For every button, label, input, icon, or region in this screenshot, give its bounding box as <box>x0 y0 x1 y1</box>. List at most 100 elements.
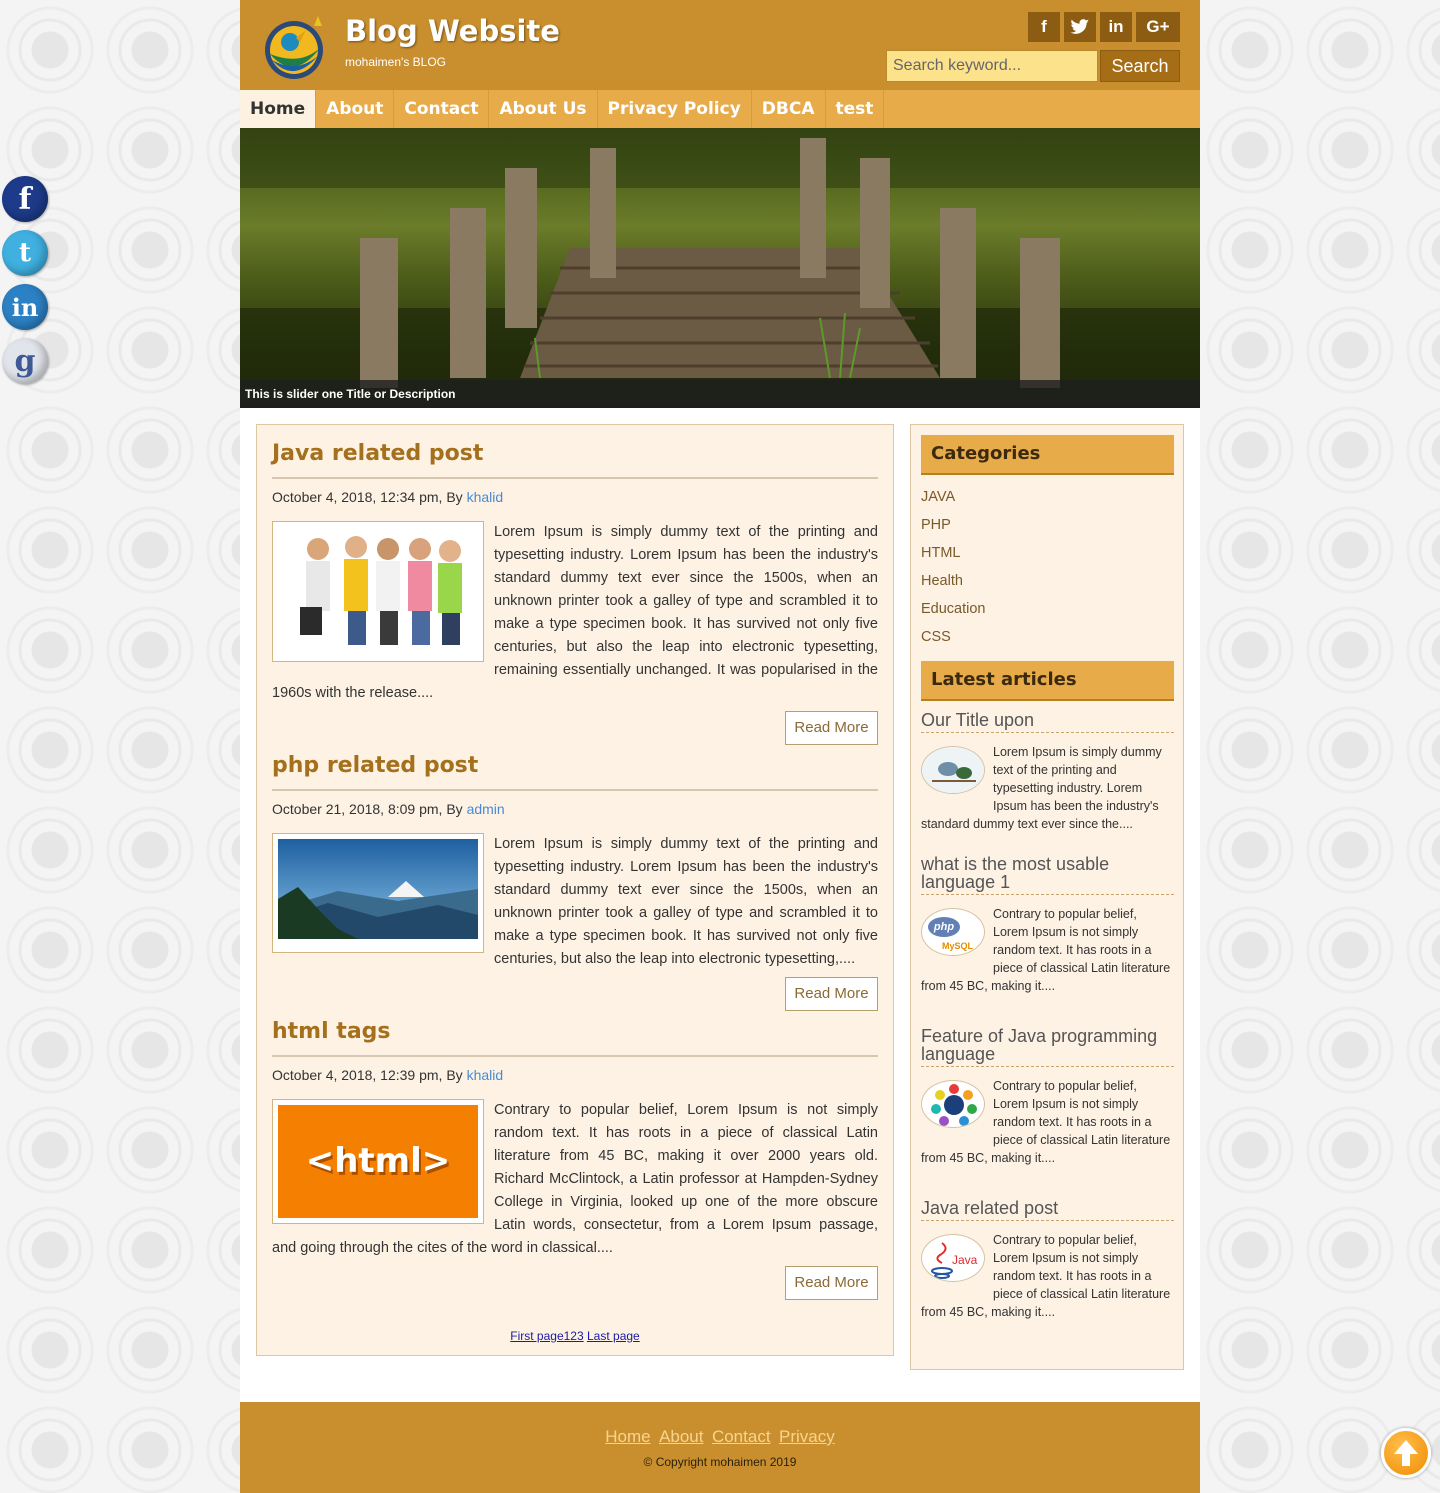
post-item: Java related post October 4, 2018, 12:34… <box>272 441 878 745</box>
post-author-link[interactable]: khalid <box>467 1067 504 1083</box>
post-title[interactable]: Java related post <box>272 441 878 479</box>
post-author-link[interactable]: khalid <box>467 489 504 505</box>
category-link-health[interactable]: Health <box>921 573 963 589</box>
post-date: October 4, 2018, 12:34 pm, By <box>272 489 467 505</box>
latest-article-item: what is the most usable language 1 php M… <box>921 855 1174 995</box>
header-social-links: f in G+ <box>1028 12 1180 42</box>
main-nav: Home About Contact About Us Privacy Poli… <box>240 90 1200 128</box>
category-link-php[interactable]: PHP <box>921 517 951 533</box>
footer-link-about[interactable]: About <box>659 1427 703 1446</box>
nav-dbca[interactable]: DBCA <box>752 90 826 128</box>
bird-thumbnail[interactable] <box>921 746 985 794</box>
latest-article-excerpt: Java Contrary to popular belief, Lorem I… <box>921 1231 1174 1321</box>
arrow-up-icon <box>1394 1440 1418 1466</box>
category-link-education[interactable]: Education <box>921 601 986 617</box>
post-thumbnail[interactable] <box>272 833 484 953</box>
latest-article-item: Feature of Java programming language Con… <box>921 1027 1174 1167</box>
latest-article-title[interactable]: what is the most usable language 1 <box>921 855 1174 895</box>
nav-contact[interactable]: Contact <box>394 90 490 128</box>
post-title[interactable]: html tags <box>272 1019 878 1057</box>
site-title[interactable]: Blog Website <box>345 14 560 48</box>
html-thumbnail-text: <html> <box>305 1141 451 1181</box>
post-excerpt: <html> Contrary to popular belief, Lorem… <box>272 1099 878 1260</box>
post-excerpt: Lorem Ipsum is simply dummy text of the … <box>272 521 878 705</box>
post-meta: October 4, 2018, 12:34 pm, By khalid <box>272 489 878 509</box>
footer-link-contact[interactable]: Contact <box>712 1427 771 1446</box>
side-social-bar: f t in g <box>2 176 50 392</box>
twitter-side-icon[interactable]: t <box>2 230 48 276</box>
categories-title: Categories <box>921 435 1174 475</box>
footer-link-privacy[interactable]: Privacy <box>779 1427 835 1446</box>
pagination: First page123 Last page <box>257 1329 893 1343</box>
latest-article-excerpt: Contrary to popular belief, Lorem Ipsum … <box>921 1077 1174 1167</box>
content-area: Java related post October 4, 2018, 12:34… <box>240 408 1200 1402</box>
category-link-css[interactable]: CSS <box>921 629 951 645</box>
latest-article-item: Our Title upon Lorem Ipsum is simply dum… <box>921 711 1174 833</box>
search-input[interactable] <box>886 50 1098 82</box>
java-logo-text: Java <box>952 1253 978 1267</box>
post-item: php related post October 21, 2018, 8:09 … <box>272 753 878 1011</box>
pager-last-page[interactable]: Last page <box>587 1329 640 1343</box>
nav-about-us[interactable]: About Us <box>489 90 598 128</box>
category-link-html[interactable]: HTML <box>921 545 960 561</box>
copyright-text: © Copyright mohaimen 2019 <box>643 1455 797 1469</box>
slider-image <box>240 128 1200 408</box>
read-more-button[interactable]: Read More <box>785 977 878 1011</box>
linkedin-side-icon[interactable]: in <box>2 284 48 330</box>
java-thumbnail[interactable]: Java <box>921 1234 985 1282</box>
pager-page-numbers[interactable]: 123 <box>564 1329 584 1343</box>
mysql-logo-text: MySQL <box>942 941 974 951</box>
slider-caption: This is slider one Title or Description <box>240 380 1200 408</box>
read-more-button[interactable]: Read More <box>785 711 878 745</box>
post-excerpt: Lorem Ipsum is simply dummy text of the … <box>272 833 878 971</box>
latest-article-title[interactable]: Our Title upon <box>921 711 1174 733</box>
google-plus-icon[interactable]: G+ <box>1136 12 1180 42</box>
post-thumbnail[interactable] <box>272 521 484 662</box>
search-button[interactable]: Search <box>1100 50 1180 82</box>
php-mysql-thumbnail[interactable]: php MySQL <box>921 908 985 956</box>
latest-article-item: Java related post Java Contrary to popul… <box>921 1199 1174 1321</box>
pager-first-page[interactable]: First page <box>510 1329 563 1343</box>
post-meta: October 4, 2018, 12:39 pm, By khalid <box>272 1067 878 1087</box>
site-footer: Home About Contact Privacy © Copyright m… <box>240 1402 1200 1493</box>
mountain-image <box>278 839 478 939</box>
post-excerpt-text: Lorem Ipsum is simply dummy text of the … <box>494 836 878 967</box>
site-subtitle: mohaimen's BLOG <box>345 55 446 69</box>
latest-article-title[interactable]: Feature of Java programming language <box>921 1027 1174 1067</box>
scroll-to-top-button[interactable] <box>1381 1428 1431 1478</box>
html-thumbnail: <html> <box>278 1105 478 1218</box>
sidebar: Categories JAVA PHP HTML Health Educatio… <box>910 424 1184 1370</box>
posts-column: Java related post October 4, 2018, 12:34… <box>256 424 894 1356</box>
site-header: Blog Website mohaimen's BLOG f in G+ Sea… <box>240 0 1200 90</box>
php-logo-text: php <box>928 917 960 937</box>
post-date: October 21, 2018, 8:09 pm, By <box>272 801 467 817</box>
latest-article-excerpt: Lorem Ipsum is simply dummy text of the … <box>921 743 1174 833</box>
footer-links: Home About Contact Privacy <box>240 1427 1200 1447</box>
nav-home[interactable]: Home <box>240 90 317 128</box>
footer-link-home[interactable]: Home <box>605 1427 650 1446</box>
category-link-java[interactable]: JAVA <box>921 489 955 505</box>
post-title[interactable]: php related post <box>272 753 878 791</box>
latest-articles-title: Latest articles <box>921 661 1174 701</box>
students-image <box>278 527 478 648</box>
nav-about[interactable]: About <box>316 90 395 128</box>
facebook-side-icon[interactable]: f <box>2 176 48 222</box>
google-plus-side-icon[interactable]: g <box>2 338 48 384</box>
latest-article-excerpt: php MySQL Contrary to popular belief, Lo… <box>921 905 1174 995</box>
facebook-icon[interactable]: f <box>1028 12 1060 42</box>
page-wrapper: Blog Website mohaimen's BLOG f in G+ Sea… <box>240 0 1200 1493</box>
java-features-thumbnail[interactable] <box>921 1080 985 1128</box>
post-author-link[interactable]: admin <box>467 801 505 817</box>
nav-privacy-policy[interactable]: Privacy Policy <box>598 90 752 128</box>
hero-slider[interactable]: This is slider one Title or Description <box>240 128 1200 408</box>
latest-article-title[interactable]: Java related post <box>921 1199 1174 1221</box>
nav-test[interactable]: test <box>826 90 885 128</box>
post-thumbnail[interactable]: <html> <box>272 1099 484 1224</box>
post-date: October 4, 2018, 12:39 pm, By <box>272 1067 467 1083</box>
linkedin-icon[interactable]: in <box>1100 12 1132 42</box>
post-item: html tags October 4, 2018, 12:39 pm, By … <box>272 1019 878 1300</box>
site-logo[interactable] <box>260 12 332 80</box>
post-meta: October 21, 2018, 8:09 pm, By admin <box>272 801 878 821</box>
twitter-icon[interactable] <box>1064 12 1096 42</box>
read-more-button[interactable]: Read More <box>785 1266 878 1300</box>
